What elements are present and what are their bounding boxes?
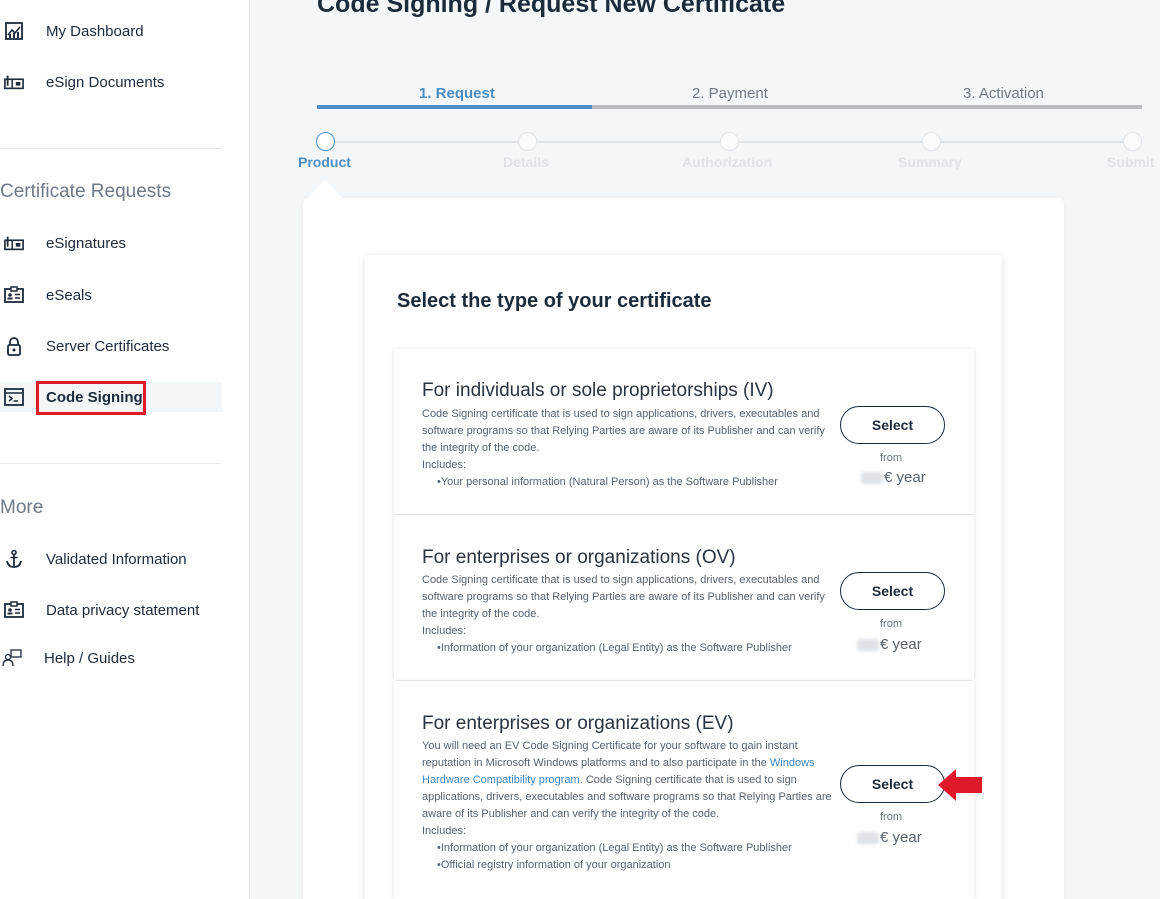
price: € year: [857, 636, 922, 653]
sidebar-item-my-dashboard[interactable]: My Dashboard: [0, 16, 222, 46]
select-ev-button[interactable]: Select: [840, 765, 945, 803]
option-ov: For enterprises or organizations (OV) Co…: [394, 515, 974, 680]
price-from-label: from: [880, 452, 902, 464]
code-signing-highlight-box: [36, 381, 146, 415]
substep-dot-submit: [1123, 132, 1142, 151]
section-title-more: More: [0, 497, 44, 518]
sidebar-divider: [0, 148, 221, 149]
sidebar-item-help-guides[interactable]: Help / Guides: [0, 643, 222, 673]
price-from-label: from: [880, 618, 902, 630]
sidebar-item-esign-documents[interactable]: eSign Documents: [0, 67, 222, 97]
option-desc-pre: You will need an EV Code Signing Certifi…: [422, 740, 798, 769]
option-desc-text: You will need an EV Code Signing Certifi…: [422, 738, 832, 823]
anchor-icon: [4, 549, 24, 569]
includes-item: •Information of your organization (Legal…: [437, 642, 792, 654]
option-description: Code Signing certificate that is used to…: [422, 572, 842, 657]
substep-dot-summary: [922, 132, 941, 151]
option-title: For enterprises or organizations (EV): [422, 713, 734, 734]
price: € year: [861, 469, 926, 486]
sidebar-item-eseals[interactable]: eSeals: [0, 280, 222, 310]
price-unit: € year: [880, 829, 922, 846]
price-amount-redacted: [857, 831, 879, 844]
step-activation: 3. Activation: [963, 85, 1044, 102]
option-title: For enterprises or organizations (OV): [422, 547, 736, 568]
sidebar-item-label: Validated Information: [46, 550, 187, 568]
price-unit: € year: [880, 636, 922, 653]
option-description: Code Signing certificate that is used to…: [422, 406, 842, 491]
substep-dot-product: [316, 132, 335, 151]
option-ev: For enterprises or organizations (EV) Yo…: [394, 681, 974, 899]
includes-item: •Information of your organization (Legal…: [437, 842, 792, 854]
step-progress-active: [317, 105, 592, 109]
sidebar-divider: [0, 463, 221, 464]
includes-label: Includes:: [422, 625, 467, 637]
select-iv-button[interactable]: Select: [840, 406, 945, 444]
includes-label: Includes:: [422, 459, 467, 471]
price-amount-redacted: [861, 471, 883, 484]
select-ov-button[interactable]: Select: [840, 572, 945, 610]
help-guides-icon: [2, 648, 22, 668]
sidebar-item-server-certificates[interactable]: Server Certificates: [0, 331, 222, 361]
sidebar-item-label: Server Certificates: [46, 337, 170, 355]
option-iv: For individuals or sole proprietorships …: [394, 349, 974, 514]
substep-label-product: Product: [298, 154, 351, 170]
substep-dot-details: [518, 132, 537, 151]
sidebar-item-label: eSign Documents: [46, 73, 165, 91]
sidebar-item-label: eSeals: [46, 286, 92, 304]
step-payment: 2. Payment: [692, 85, 768, 102]
red-arrow-annotation-icon: [938, 769, 982, 801]
substep-label-authorization: Authorization: [682, 154, 773, 170]
price-amount-redacted: [857, 638, 879, 651]
substep-dot-authorization: [720, 132, 739, 151]
price: € year: [857, 829, 922, 846]
substep-label-details: Details: [503, 154, 549, 170]
option-desc-text: Code Signing certificate that is used to…: [422, 408, 825, 454]
substep-label-submit: Submit: [1107, 154, 1155, 170]
sidebar-item-label: Help / Guides: [44, 649, 135, 667]
lock-icon: [4, 336, 24, 356]
sidebar-item-data-privacy-statement[interactable]: Data privacy statement: [0, 595, 222, 625]
dashboard-chart-icon: [4, 21, 24, 41]
id-card-icon: [4, 285, 24, 305]
includes-item: •Official registry information of your o…: [437, 859, 671, 871]
sidebar-item-label: eSignatures: [46, 234, 127, 252]
sidebar-item-validated-information[interactable]: Validated Information: [0, 544, 222, 574]
substep-label-summary: Summary: [898, 154, 962, 170]
sidebar-item-esignatures[interactable]: eSignatures: [0, 228, 222, 258]
option-description: You will need an EV Code Signing Certifi…: [422, 738, 832, 874]
id-card-icon: [4, 600, 24, 620]
sidebar: My Dashboard eSign Documents Certificate…: [0, 0, 250, 899]
price-unit: € year: [884, 469, 926, 486]
step-progress-remaining: [592, 105, 1142, 109]
esign-icon: [4, 72, 24, 92]
includes-label: Includes:: [422, 825, 467, 837]
includes-item: •Your personal information (Natural Pers…: [437, 476, 778, 488]
sidebar-item-label: My Dashboard: [46, 22, 144, 40]
sidebar-item-label: Data privacy statement: [46, 601, 200, 619]
price-from-label: from: [880, 811, 902, 823]
option-title: For individuals or sole proprietorships …: [422, 380, 774, 401]
certificate-type-title: Select the type of your certificate: [397, 290, 712, 312]
terminal-window-icon: [4, 387, 24, 407]
card-notch: [307, 180, 343, 199]
step-request: 1. Request: [419, 85, 495, 102]
page-title: Code Signing / Request New Certificate: [317, 0, 786, 18]
option-desc-text: Code Signing certificate that is used to…: [422, 574, 825, 620]
esign-icon: [4, 233, 24, 253]
section-title-certificate-requests: Certificate Requests: [0, 181, 172, 202]
